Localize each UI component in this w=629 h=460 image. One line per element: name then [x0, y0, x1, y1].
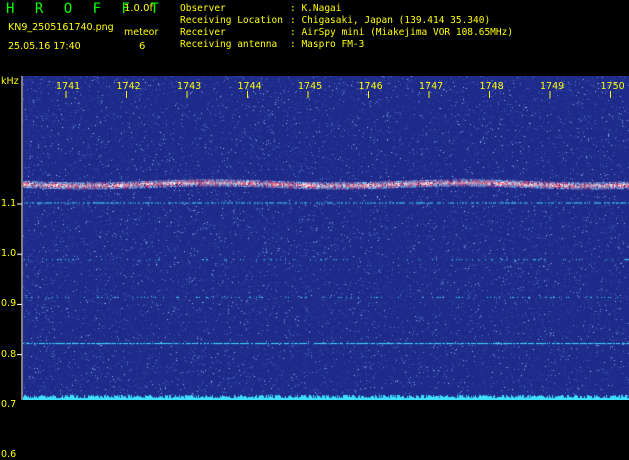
filename-label: KN9_2505161740.png	[8, 22, 114, 33]
receiver-value: : AirSpy mini (Miakejima VOR 108.65MHz)	[290, 27, 514, 38]
x-tick-label: 1749	[540, 81, 565, 92]
observer-label: Observer	[180, 3, 226, 14]
y-tick-label: 0.6	[1, 449, 17, 460]
location-label: Receiving Location	[180, 15, 283, 26]
x-tick-label: 1743	[177, 81, 202, 92]
spectrogram-area: kHz 1.1 1.0 0.9 0.8 0.7 0.6 1741 1742 1743 1744 1…	[0, 76, 629, 460]
version-label: 1.0.0f	[124, 3, 153, 14]
meteor-label: meteor	[124, 27, 159, 38]
antenna-value: : Maspro FM-3	[290, 39, 365, 50]
x-tick-label: 1750	[600, 81, 625, 92]
x-tick-label: 1744	[237, 81, 262, 92]
antenna-label: Receiving antenna	[180, 39, 278, 50]
x-tick-label: 1742	[116, 81, 141, 92]
header-panel: H R O F F T 1.0.0f KN9_2505161740.png me…	[0, 0, 629, 76]
meteor-count: 6	[139, 41, 146, 52]
y-tick-label: 0.8	[1, 348, 17, 360]
x-tick-label: 1745	[298, 81, 323, 92]
x-tick-label: 1747	[419, 81, 444, 92]
y-tick-label: 0.7	[1, 398, 17, 410]
y-tick-label: 0.9	[1, 298, 17, 310]
x-tick-label: 1741	[56, 81, 81, 92]
y-axis-unit-label: kHz	[1, 76, 19, 87]
y-tick-label: 1.0	[1, 248, 17, 260]
receiver-label: Receiver	[180, 27, 226, 38]
location-value: : Chigasaki, Japan (139.414 35.340)	[290, 15, 491, 26]
observer-value: : K.Nagai	[290, 3, 342, 14]
y-tick-label: 1.1	[1, 198, 17, 209]
spectrogram-axes	[17, 76, 611, 400]
timestamp-label: 25.05.16 17:40	[8, 41, 81, 52]
x-tick-label: 1748	[479, 81, 504, 92]
x-tick-label: 1746	[358, 81, 383, 92]
